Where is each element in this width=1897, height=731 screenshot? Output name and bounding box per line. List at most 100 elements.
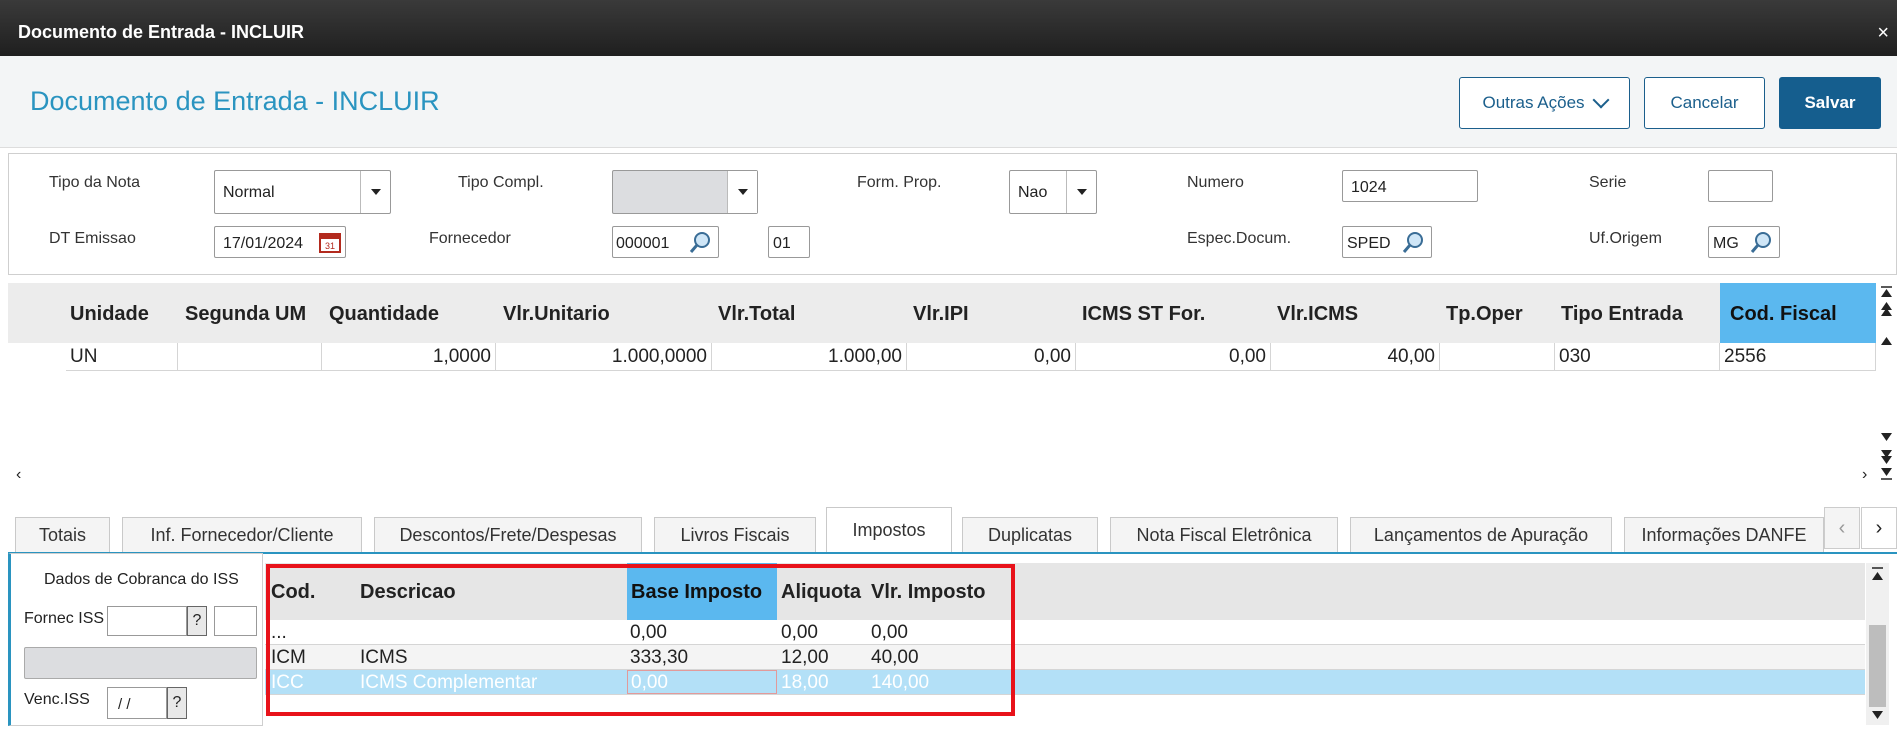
tipo-nota-label: Tipo da Nota xyxy=(49,174,141,191)
tab-next-icon[interactable]: › xyxy=(1861,507,1897,549)
column-header[interactable]: Segunda UM xyxy=(185,303,306,326)
cell-vlr-icms[interactable]: 40,00 xyxy=(1271,343,1440,371)
uf-origem-label: Uf.Origem xyxy=(1589,230,1662,247)
cell-vlr-imposto: 40,00 xyxy=(871,647,919,668)
tab-impostos[interactable]: Impostos xyxy=(826,507,952,553)
search-icon[interactable] xyxy=(1749,230,1775,256)
tab-nota-fiscal-eletronica[interactable]: Nota Fiscal Eletrônica xyxy=(1110,517,1338,553)
venc-iss-input[interactable]: / / xyxy=(107,687,167,719)
cell-vlr-ipi[interactable]: 0,00 xyxy=(907,343,1076,371)
cell-vlr-unitario[interactable]: 1.000,0000 xyxy=(496,343,712,371)
page-header: Documento de Entrada - INCLUIR Outras Aç… xyxy=(0,56,1897,148)
form-prop-label: Form. Prop. xyxy=(857,174,942,191)
column-header[interactable]: Aliquota xyxy=(781,581,861,604)
fornec-iss-input[interactable] xyxy=(107,606,187,636)
espec-docum-label: Espec.Docum. xyxy=(1187,230,1292,247)
scroll-left-icon[interactable]: ‹ xyxy=(16,466,21,484)
tab-duplicatas[interactable]: Duplicatas xyxy=(962,517,1098,553)
table-row[interactable]: ... 0,00 0,00 0,00 xyxy=(265,620,1865,645)
column-header[interactable]: Vlr.Unitario xyxy=(503,303,610,326)
items-grid: Unidade Segunda UM Quantidade Vlr.Unitar… xyxy=(8,283,1876,483)
highlighted-column-header[interactable]: Base Imposto xyxy=(627,563,777,620)
table-row[interactable]: ICM ICMS 333,30 12,00 40,00 xyxy=(265,645,1865,670)
save-button[interactable]: Salvar xyxy=(1779,77,1881,129)
cancel-button[interactable]: Cancelar xyxy=(1644,77,1765,129)
tipo-compl-select[interactable] xyxy=(612,170,758,214)
numero-label: Numero xyxy=(1187,174,1244,191)
cell-descricao: ICMS xyxy=(360,647,408,668)
items-vertical-scrollbar[interactable] xyxy=(1876,283,1897,483)
column-header[interactable]: Cod. xyxy=(271,581,315,604)
espec-docum-input[interactable]: SPED xyxy=(1342,226,1432,258)
column-header[interactable]: Tipo Entrada xyxy=(1561,303,1683,326)
cell-unidade[interactable]: UN xyxy=(66,343,178,371)
highlighted-column-header[interactable]: Cod. Fiscal xyxy=(1720,283,1876,343)
page-title: Documento de Entrada - INCLUIR xyxy=(30,86,440,116)
cell-segunda-um[interactable] xyxy=(178,343,322,371)
cell-cod: ICC xyxy=(271,672,304,693)
dt-emissao-value: 17/01/2024 xyxy=(223,235,304,252)
tab-inf-fornecedor[interactable]: Inf. Fornecedor/Cliente xyxy=(122,517,362,553)
calendar-icon[interactable]: 31 xyxy=(319,231,341,253)
column-header[interactable]: Vlr.IPI xyxy=(913,303,969,326)
tab-informacoes-danfe[interactable]: Informações DANFE xyxy=(1624,517,1824,553)
tipo-nota-select[interactable]: Normal xyxy=(214,170,391,214)
cell-quantidade[interactable]: 1,0000 xyxy=(322,343,496,371)
tab-bar: Totais Inf. Fornecedor/Cliente Descontos… xyxy=(0,505,1897,553)
column-header[interactable]: ICMS ST For. xyxy=(1082,303,1205,326)
numero-input[interactable]: 1024 xyxy=(1342,170,1478,202)
column-header[interactable]: Vlr. Imposto xyxy=(871,581,985,604)
chevron-down-icon xyxy=(1592,91,1610,109)
help-button[interactable]: ? xyxy=(167,687,187,719)
dt-emissao-input[interactable]: 17/01/2024 31 xyxy=(214,226,346,258)
outras-acoes-button[interactable]: Outras Ações xyxy=(1459,77,1630,129)
iss-title: Dados de Cobranca do ISS xyxy=(44,571,239,588)
items-grid-header: Unidade Segunda UM Quantidade Vlr.Unitar… xyxy=(8,283,1876,343)
column-header[interactable]: Vlr.ICMS xyxy=(1277,303,1358,326)
cell-icms-st[interactable]: 0,00 xyxy=(1076,343,1271,371)
tab-lancamentos-apuracao[interactable]: Lançamentos de Apuração xyxy=(1350,517,1612,553)
cell-tp-oper[interactable] xyxy=(1440,343,1555,371)
serie-label: Serie xyxy=(1589,174,1627,191)
cell-cod-fiscal[interactable]: 2556 xyxy=(1720,343,1876,371)
cell-vlr-imposto: 140,00 xyxy=(871,672,930,693)
tax-grid-vertical-scrollbar[interactable] xyxy=(1866,563,1889,725)
cell-vlr-imposto: 0,00 xyxy=(871,622,908,643)
fornecedor-value: 000001 xyxy=(616,235,670,252)
form-prop-select[interactable]: Nao xyxy=(1009,170,1097,214)
dropdown-arrow-icon xyxy=(727,171,757,213)
fornec-iss-loja-input[interactable] xyxy=(214,606,257,636)
loja-input[interactable]: 01 xyxy=(768,226,810,258)
search-icon[interactable] xyxy=(1401,230,1427,256)
tab-totais[interactable]: Totais xyxy=(15,517,110,553)
tab-prev-icon[interactable]: ‹ xyxy=(1824,507,1860,549)
close-icon[interactable]: × xyxy=(1877,22,1889,45)
help-button[interactable]: ? xyxy=(187,606,207,636)
scroll-arrows-icon[interactable] xyxy=(1866,563,1889,725)
column-header: Base Imposto xyxy=(631,581,763,603)
cell-base-imposto: 0,00 xyxy=(630,622,667,643)
column-header[interactable]: Unidade xyxy=(70,303,149,326)
cell-vlr-total[interactable]: 1.000,00 xyxy=(712,343,907,371)
tab-livros-fiscais[interactable]: Livros Fiscais xyxy=(654,517,816,553)
column-header[interactable]: Descricao xyxy=(360,581,456,604)
scroll-arrows-icon[interactable] xyxy=(1876,283,1897,483)
svg-text:31: 31 xyxy=(325,241,335,251)
cell-base-imposto: 0,00 xyxy=(627,670,777,694)
cell-tipo-entrada[interactable]: 030 xyxy=(1555,343,1720,371)
fornecedor-input[interactable]: 000001 xyxy=(612,226,719,258)
cell-aliquota: 0,00 xyxy=(781,622,818,643)
fornec-iss-name-field xyxy=(24,647,257,679)
column-header[interactable]: Tp.Oper xyxy=(1446,303,1523,326)
outras-acoes-label: Outras Ações xyxy=(1482,93,1585,112)
column-header[interactable]: Vlr.Total xyxy=(718,303,795,326)
column-header[interactable]: Quantidade xyxy=(329,303,439,326)
serie-input[interactable] xyxy=(1708,170,1773,202)
document-form: Tipo da Nota Normal Tipo Compl. Form. Pr… xyxy=(8,153,1897,275)
tab-descontos[interactable]: Descontos/Frete/Despesas xyxy=(374,517,642,553)
search-icon[interactable] xyxy=(688,230,714,256)
uf-origem-input[interactable]: MG xyxy=(1708,226,1780,258)
dropdown-arrow-icon xyxy=(360,171,390,213)
scroll-right-icon[interactable]: › xyxy=(1862,466,1867,484)
table-row-selected[interactable]: ICC ICMS Complementar 0,00 18,00 140,00 xyxy=(265,670,1865,695)
